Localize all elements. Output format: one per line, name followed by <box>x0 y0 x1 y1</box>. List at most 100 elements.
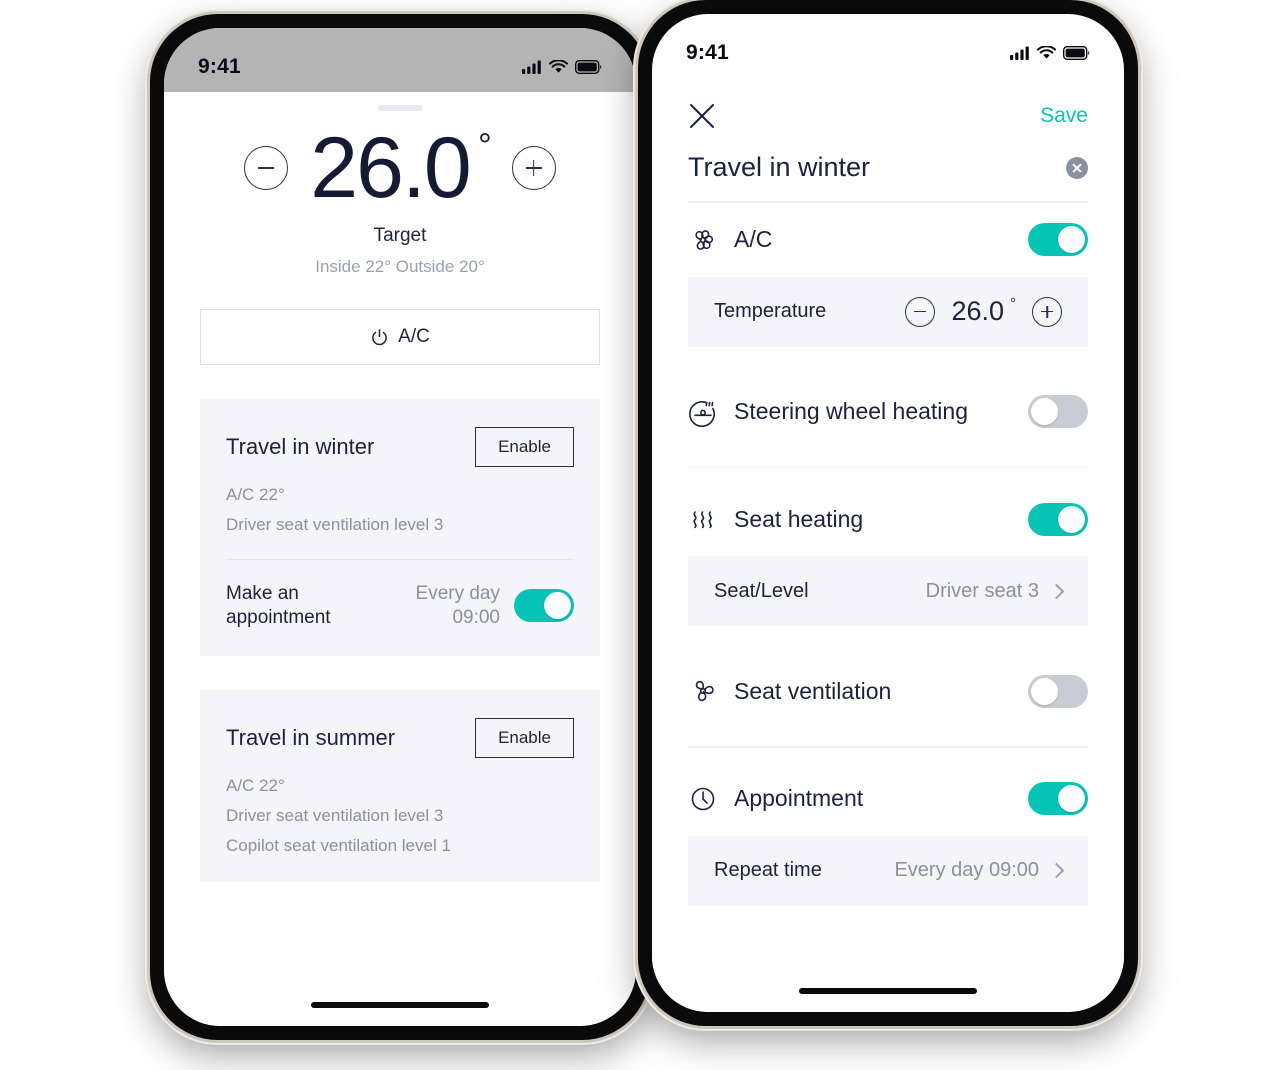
card-divider <box>226 559 574 560</box>
temperature-stepper: 26.0 ° <box>905 295 1062 327</box>
appointment-toggle[interactable] <box>1028 782 1088 815</box>
sub-row-label: Temperature <box>714 300 827 322</box>
scene-name-field[interactable]: Travel in winter <box>652 136 1124 183</box>
cellular-signal-icon <box>1010 46 1029 60</box>
scene-name-value: Travel in winter <box>688 152 871 182</box>
wifi-icon <box>549 60 568 73</box>
seat-ventilation-icon <box>695 680 714 702</box>
enable-button[interactable]: Enable <box>475 427 574 467</box>
toggle-knob <box>1058 505 1085 533</box>
sub-row-temperature[interactable]: Temperature 26.0 ° <box>688 276 1088 347</box>
setting-row-steering-wheel-heating[interactable]: Steering wheel heating <box>652 375 1124 449</box>
ac-button-label: A/C <box>398 326 430 347</box>
cellular-signal-icon <box>522 60 541 74</box>
close-icon[interactable] <box>688 102 716 130</box>
appointment-time: Every day 09:00 <box>416 582 500 630</box>
enable-button[interactable]: Enable <box>475 717 574 758</box>
temperature-increase-button[interactable] <box>511 146 556 190</box>
setting-row-seat-heating[interactable]: Seat heating <box>652 482 1124 556</box>
target-label: Target <box>373 225 427 246</box>
appointment-label: Make an appointment <box>226 582 331 630</box>
temperature-decrease-button[interactable] <box>905 296 936 327</box>
target-temperature-control: 26.0 ° <box>164 125 636 211</box>
setting-label: Seat ventilation <box>734 677 892 704</box>
phone-left: 9:41 26.0 ° Target Inside 22° Outside 20… <box>150 14 650 1040</box>
home-indicator[interactable] <box>311 1002 489 1008</box>
chevron-right-icon <box>1048 583 1065 599</box>
sub-row-label: Seat/Level <box>714 579 809 602</box>
sub-row-value: Every day 09:00 <box>894 859 1039 881</box>
appointment-row[interactable]: Make an appointment Every day 09:00 <box>226 582 574 630</box>
ambient-temperatures: Inside 22° Outside 20° <box>315 257 485 276</box>
scene-detail: A/C 22° <box>226 775 285 795</box>
scene-title: Travel in winter <box>226 434 375 459</box>
screenshot-stage: 9:41 26.0 ° Target Inside 22° Outside 20… <box>0 0 1280 1070</box>
scene-editor: Save Travel in winter A/C Temperature 26… <box>652 78 1124 1012</box>
power-icon <box>372 328 388 345</box>
appointment-value-group: Every day 09:00 <box>416 582 574 630</box>
battery-icon <box>575 60 602 74</box>
plus-icon <box>525 167 542 169</box>
minus-icon <box>914 310 927 313</box>
scene-detail: Driver seat ventilation level 3 <box>226 515 444 534</box>
clock-icon <box>691 787 715 810</box>
ac-power-button[interactable]: A/C <box>200 309 600 365</box>
sub-row-repeat-time[interactable]: Repeat time Every day 09:00 <box>688 835 1088 906</box>
appointment-clock: 09:00 <box>452 606 500 628</box>
status-icons <box>1010 46 1090 60</box>
scene-card-summer[interactable]: Travel in summer Enable A/C 22° Driver s… <box>200 689 600 882</box>
setting-row-appointment[interactable]: Appointment <box>652 762 1124 836</box>
temperature-decrease-button[interactable] <box>244 146 289 190</box>
scene-card-header: Travel in winter Enable <box>226 427 574 467</box>
steering-wheel-heating-toggle[interactable] <box>1028 395 1088 428</box>
setting-label: A/C <box>734 226 773 252</box>
sub-row-value-group: Driver seat 3 <box>925 579 1065 603</box>
appointment-repeat: Every day <box>415 583 500 604</box>
editor-nav-bar: Save <box>652 78 1124 136</box>
clear-circle-icon[interactable] <box>1066 156 1088 179</box>
wifi-icon <box>1037 46 1056 59</box>
scene-card-winter[interactable]: Travel in winter Enable A/C 22° Driver s… <box>200 399 600 656</box>
sub-row-seat-level[interactable]: Seat/Level Driver seat 3 <box>688 556 1088 626</box>
scene-detail: Driver seat ventilation level 3 <box>226 805 444 825</box>
home-indicator[interactable] <box>799 988 977 994</box>
status-bar-left: 9:41 <box>164 28 636 92</box>
appointment-toggle[interactable] <box>514 589 574 623</box>
setting-label: Steering wheel heating <box>734 398 968 424</box>
ac-toggle[interactable] <box>1028 223 1088 256</box>
status-time: 9:41 <box>686 41 729 64</box>
appointment-label-line1: Make an <box>226 583 299 604</box>
setting-label: Appointment <box>734 785 864 811</box>
status-time: 9:41 <box>198 55 241 78</box>
setting-row-ac[interactable]: A/C <box>652 203 1124 277</box>
save-button[interactable]: Save <box>1040 104 1088 128</box>
phone-left-screen: 9:41 26.0 ° Target Inside 22° Outside 20… <box>164 28 636 1026</box>
minus-icon <box>258 167 275 169</box>
setting-row-seat-ventilation[interactable]: Seat ventilation <box>652 654 1124 728</box>
scene-detail: A/C 22° <box>226 485 285 504</box>
toggle-knob <box>1031 677 1058 705</box>
temperature-value: 26.0 ° <box>951 295 1016 327</box>
seat-heating-toggle[interactable] <box>1028 502 1088 536</box>
toggle-knob <box>1058 226 1085 253</box>
sub-row-value: Driver seat 3 <box>925 579 1039 602</box>
phone-right: 9:41 Save Travel in winter A/C Temperatu… <box>638 0 1138 1026</box>
sub-row-label: Repeat time <box>714 859 822 881</box>
toggle-knob <box>544 592 571 620</box>
sheet-grab-handle[interactable] <box>377 105 423 111</box>
temperature-increase-button[interactable] <box>1032 296 1062 327</box>
status-icons <box>522 60 602 74</box>
appointment-label-line2: appointment <box>226 606 331 628</box>
seat-ventilation-toggle[interactable] <box>1028 674 1088 708</box>
sub-row-value-group: Every day 09:00 <box>894 859 1065 882</box>
seat-heating-icon <box>693 511 712 529</box>
phone-right-screen: 9:41 Save Travel in winter A/C Temperatu… <box>652 14 1124 1012</box>
scene-detail: Copilot seat ventilation level 1 <box>226 835 451 855</box>
toggle-knob <box>1058 785 1085 812</box>
status-bar-right: 9:41 <box>652 14 1124 78</box>
setting-label: Seat heating <box>734 505 864 532</box>
temperature-number: 26.0 <box>951 296 1004 326</box>
